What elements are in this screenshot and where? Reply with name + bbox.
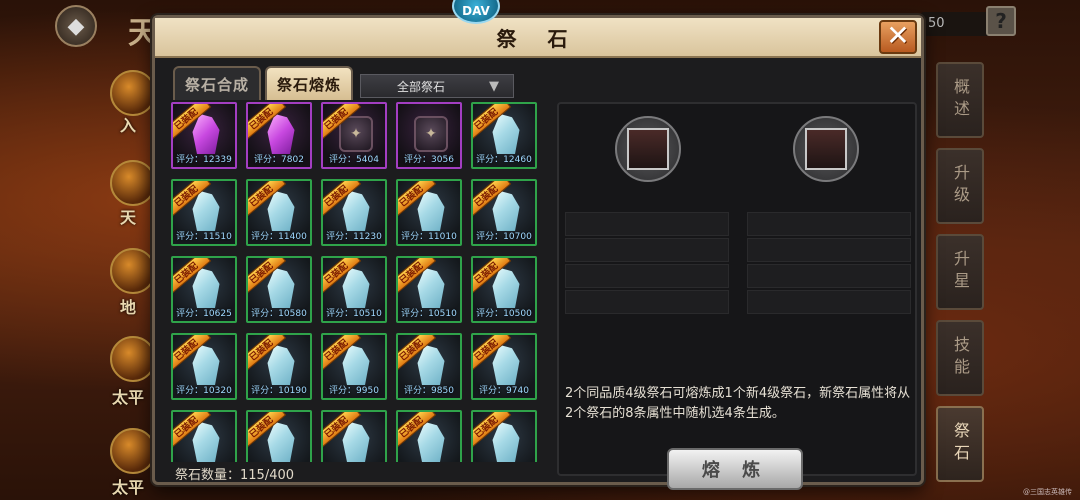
stone-item[interactable]: 已装配 xyxy=(246,410,312,462)
attr-bar xyxy=(747,212,911,236)
stone-score: 评分：11400 xyxy=(251,232,307,242)
stone-score: 评分：11010 xyxy=(401,232,457,242)
stone-score: 评分：11230 xyxy=(326,232,382,242)
bg-label-0: 入 xyxy=(120,116,137,135)
attr-bar xyxy=(747,238,911,262)
bg-label-2: 地 xyxy=(120,298,137,317)
fuse-button[interactable]: 熔 炼 xyxy=(667,448,803,490)
attr-bar xyxy=(565,264,729,288)
bg-label-1: 天 xyxy=(120,208,137,227)
stone-item[interactable]: 已装配 评分：10580 xyxy=(246,256,312,323)
stone-score: 评分：10190 xyxy=(251,386,307,396)
attr-bar xyxy=(565,212,729,236)
fusion-panel: 2个同品质4级祭石可熔炼成1个新4级祭石，新祭石属性将从2个祭石的8条属性中随机… xyxy=(557,102,917,490)
stone-item[interactable]: 已装配 评分：10510 xyxy=(396,256,462,323)
stone-score: 评分：11510 xyxy=(176,232,232,242)
stone-item[interactable]: 已装配 评分：10500 xyxy=(471,256,537,323)
stone-item[interactable]: 已装配 评分：12339 xyxy=(171,102,237,169)
stone-score: 评分：12460 xyxy=(476,155,532,165)
back-button[interactable]: ◆ xyxy=(55,5,97,47)
stone-item[interactable]: 已装配 评分：10320 xyxy=(171,333,237,400)
stone-item[interactable]: 已装配 评分：9740 xyxy=(471,333,537,400)
attr-bar xyxy=(565,290,729,314)
stone-item[interactable]: 已装配 评分：10700 xyxy=(471,179,537,246)
stone-score: 评分：9950 xyxy=(329,386,379,396)
stone-count: 祭石数量：115/400 xyxy=(175,468,295,483)
bg-orb xyxy=(110,160,156,206)
help-button[interactable]: ? xyxy=(986,6,1016,36)
stone-score: 评分：5404 xyxy=(329,155,379,165)
stone-score: 评分：10500 xyxy=(476,309,532,319)
stone-item[interactable]: 已装配 评分：10510 xyxy=(321,256,387,323)
stone-item[interactable]: ✦ 评分：3056 xyxy=(396,102,462,169)
stone-item[interactable]: 已装配 评分：7802 xyxy=(246,102,312,169)
stone-score: 评分：12339 xyxy=(176,155,232,165)
stone-score: 评分：9740 xyxy=(479,386,529,396)
stone-score: 评分：10510 xyxy=(326,309,382,319)
bg-label-3: 太平 xyxy=(112,388,145,407)
stone-item[interactable]: 已装配 评分：12460 xyxy=(471,102,537,169)
back-arrow-icon: ◆ xyxy=(67,13,85,39)
fusion-slot-2[interactable] xyxy=(793,116,859,182)
stone-item[interactable]: ✦ 已装配 评分：5404 xyxy=(321,102,387,169)
stone-score: 评分：9850 xyxy=(404,386,454,396)
side-tab-overview[interactable]: 概述 xyxy=(936,62,984,138)
stone-item[interactable]: 已装配 评分：11230 xyxy=(321,179,387,246)
side-tab-stone[interactable]: 祭石 xyxy=(936,406,984,482)
window-title: 祭 石 xyxy=(496,26,580,51)
bg-orb xyxy=(110,336,156,382)
attr-bar xyxy=(747,264,911,288)
title-bar: 祭 石 ✕ xyxy=(155,18,921,58)
stone-item[interactable]: 已装配 评分：9950 xyxy=(321,333,387,400)
close-icon: ✕ xyxy=(886,19,910,52)
stone-item[interactable]: 已装配 评分：11510 xyxy=(171,179,237,246)
filter-value: 全部祭石 xyxy=(397,79,446,94)
tab-stone-fusion[interactable]: 祭石熔炼 xyxy=(265,66,353,100)
watermark: @三国志英雄传 xyxy=(1023,488,1072,496)
stone-item[interactable]: 已装配 评分：11010 xyxy=(396,179,462,246)
bg-orb xyxy=(110,428,156,474)
bg-orb xyxy=(110,70,156,116)
slot-frame xyxy=(805,128,847,170)
stone-item[interactable]: 已装配 xyxy=(471,410,537,462)
side-tab-upgrade[interactable]: 升级 xyxy=(936,148,984,224)
stone-item[interactable]: 已装配 评分：11400 xyxy=(246,179,312,246)
stone-item[interactable]: 已装配 xyxy=(171,410,237,462)
stone-score: 评分：10580 xyxy=(251,309,307,319)
side-tab-star[interactable]: 升星 xyxy=(936,234,984,310)
fusion-description: 2个同品质4级祭石可熔炼成1个新4级祭石，新祭石属性将从2个祭石的8条属性中随机… xyxy=(565,386,911,421)
side-tab-skill[interactable]: 技能 xyxy=(936,320,984,396)
dropdown-arrow-icon: ▼ xyxy=(489,79,499,94)
bg-orb xyxy=(110,248,156,294)
stone-item[interactable]: 已装配 xyxy=(321,410,387,462)
stone-item[interactable]: 已装配 评分：9850 xyxy=(396,333,462,400)
attr-bar xyxy=(565,238,729,262)
stone-grid: 已装配 评分：12339 已装配 评分：7802 ✦ 已装配 评分：5404 ✦ 评分：3056… xyxy=(171,102,545,462)
attr-bar xyxy=(747,290,911,314)
stone-score: 评分：10510 xyxy=(401,309,457,319)
stone-score: 评分：3056 xyxy=(404,155,454,165)
tab-stone-synthesis[interactable]: 祭石合成 xyxy=(173,66,261,100)
stone-window: 祭 石 ✕ 祭石合成 祭石熔炼 全部祭石 ▼ 已装配 评分：12339 已装配 评分：… xyxy=(152,15,924,490)
locked-stone-icon: ✦ xyxy=(414,116,448,152)
stone-score: 评分：10700 xyxy=(476,232,532,242)
slot-frame xyxy=(627,128,669,170)
stone-item[interactable]: 已装配 评分：10625 xyxy=(171,256,237,323)
stone-score: 评分：7802 xyxy=(254,155,304,165)
stone-item[interactable]: 已装配 xyxy=(396,410,462,462)
stone-filter-dropdown[interactable]: 全部祭石 ▼ xyxy=(360,74,514,98)
stone-score: 评分：10320 xyxy=(176,386,232,396)
bg-label-4: 太平 xyxy=(112,478,145,497)
close-button[interactable]: ✕ xyxy=(879,20,917,54)
stone-score: 评分：10625 xyxy=(176,309,232,319)
stone-item[interactable]: 已装配 评分：10190 xyxy=(246,333,312,400)
fusion-slot-1[interactable] xyxy=(615,116,681,182)
